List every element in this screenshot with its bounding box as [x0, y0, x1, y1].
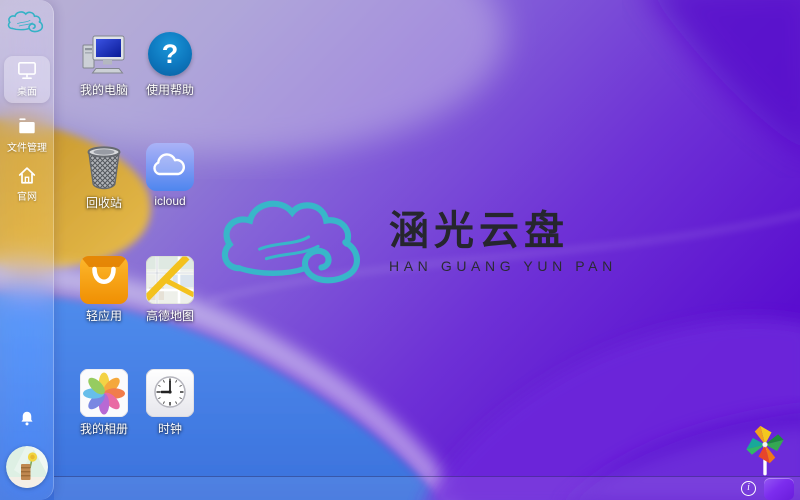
desktop-icon-label: icloud — [154, 194, 185, 208]
amap-icon — [146, 256, 194, 304]
desktop-icon-help[interactable]: ? 使用帮助 — [138, 30, 202, 126]
sidebar-item-website[interactable]: 官网 — [4, 160, 50, 208]
clock-icon — [146, 369, 194, 417]
cloud-desktop: 涵光云盘 HAN GUANG YUN PAN 我的电脑 — [0, 0, 800, 500]
desktop-icon-my-computer[interactable]: 我的电脑 — [72, 30, 136, 126]
photos-icon — [80, 369, 128, 417]
sidebar-item-desktop[interactable]: 桌面 — [4, 56, 50, 103]
desktop-icon-light-apps[interactable]: 轻应用 — [72, 256, 136, 352]
desktop-icon-recycle-bin[interactable]: 回收站 — [72, 143, 136, 239]
taskbar-handle-button[interactable] — [764, 478, 794, 500]
desktop-icon-icloud[interactable]: icloud — [138, 143, 202, 239]
sidebar: 桌面 文件管理 官网 — [0, 0, 54, 500]
pinwheel-icon[interactable] — [739, 424, 791, 480]
sidebar-item-label: 官网 — [17, 188, 37, 203]
sidebar-logo-icon[interactable] — [7, 8, 47, 36]
desktop-icon-label: 轻应用 — [86, 307, 122, 324]
question-mark: ? — [162, 39, 179, 70]
desktop-icon-amap[interactable]: 高德地图 — [138, 256, 202, 352]
desktop-icon-label: 高德地图 — [146, 307, 194, 324]
my-computer-icon — [80, 30, 128, 78]
sidebar-item-file-manager[interactable]: 文件管理 — [4, 112, 50, 159]
desktop-icon-label: 回收站 — [86, 194, 122, 211]
sidebar-item-label: 桌面 — [17, 83, 37, 98]
bell-icon[interactable] — [18, 409, 36, 428]
info-icon[interactable]: i — [741, 481, 756, 496]
desktop-icon-label: 使用帮助 — [146, 81, 194, 98]
desktop-icon-clock[interactable]: 时钟 — [138, 369, 202, 465]
desktop-icon-label: 我的相册 — [80, 420, 128, 437]
recycle-bin-icon — [80, 143, 128, 191]
desktop-icon-label: 我的电脑 — [80, 81, 128, 98]
taskbar: i — [54, 476, 800, 500]
light-apps-icon — [80, 256, 128, 304]
icloud-icon — [146, 143, 194, 191]
home-icon — [16, 165, 38, 185]
sidebar-item-label: 文件管理 — [7, 139, 47, 154]
avatar[interactable] — [6, 446, 48, 488]
desktop-icon-grid: 我的电脑 ? 使用帮助 回收站 — [72, 30, 202, 465]
desktop-icon-photos[interactable]: 我的相册 — [72, 369, 136, 465]
folder-icon — [16, 117, 38, 136]
monitor-icon — [16, 61, 38, 80]
help-icon: ? — [146, 30, 194, 78]
desktop-icon-label: 时钟 — [158, 420, 182, 437]
